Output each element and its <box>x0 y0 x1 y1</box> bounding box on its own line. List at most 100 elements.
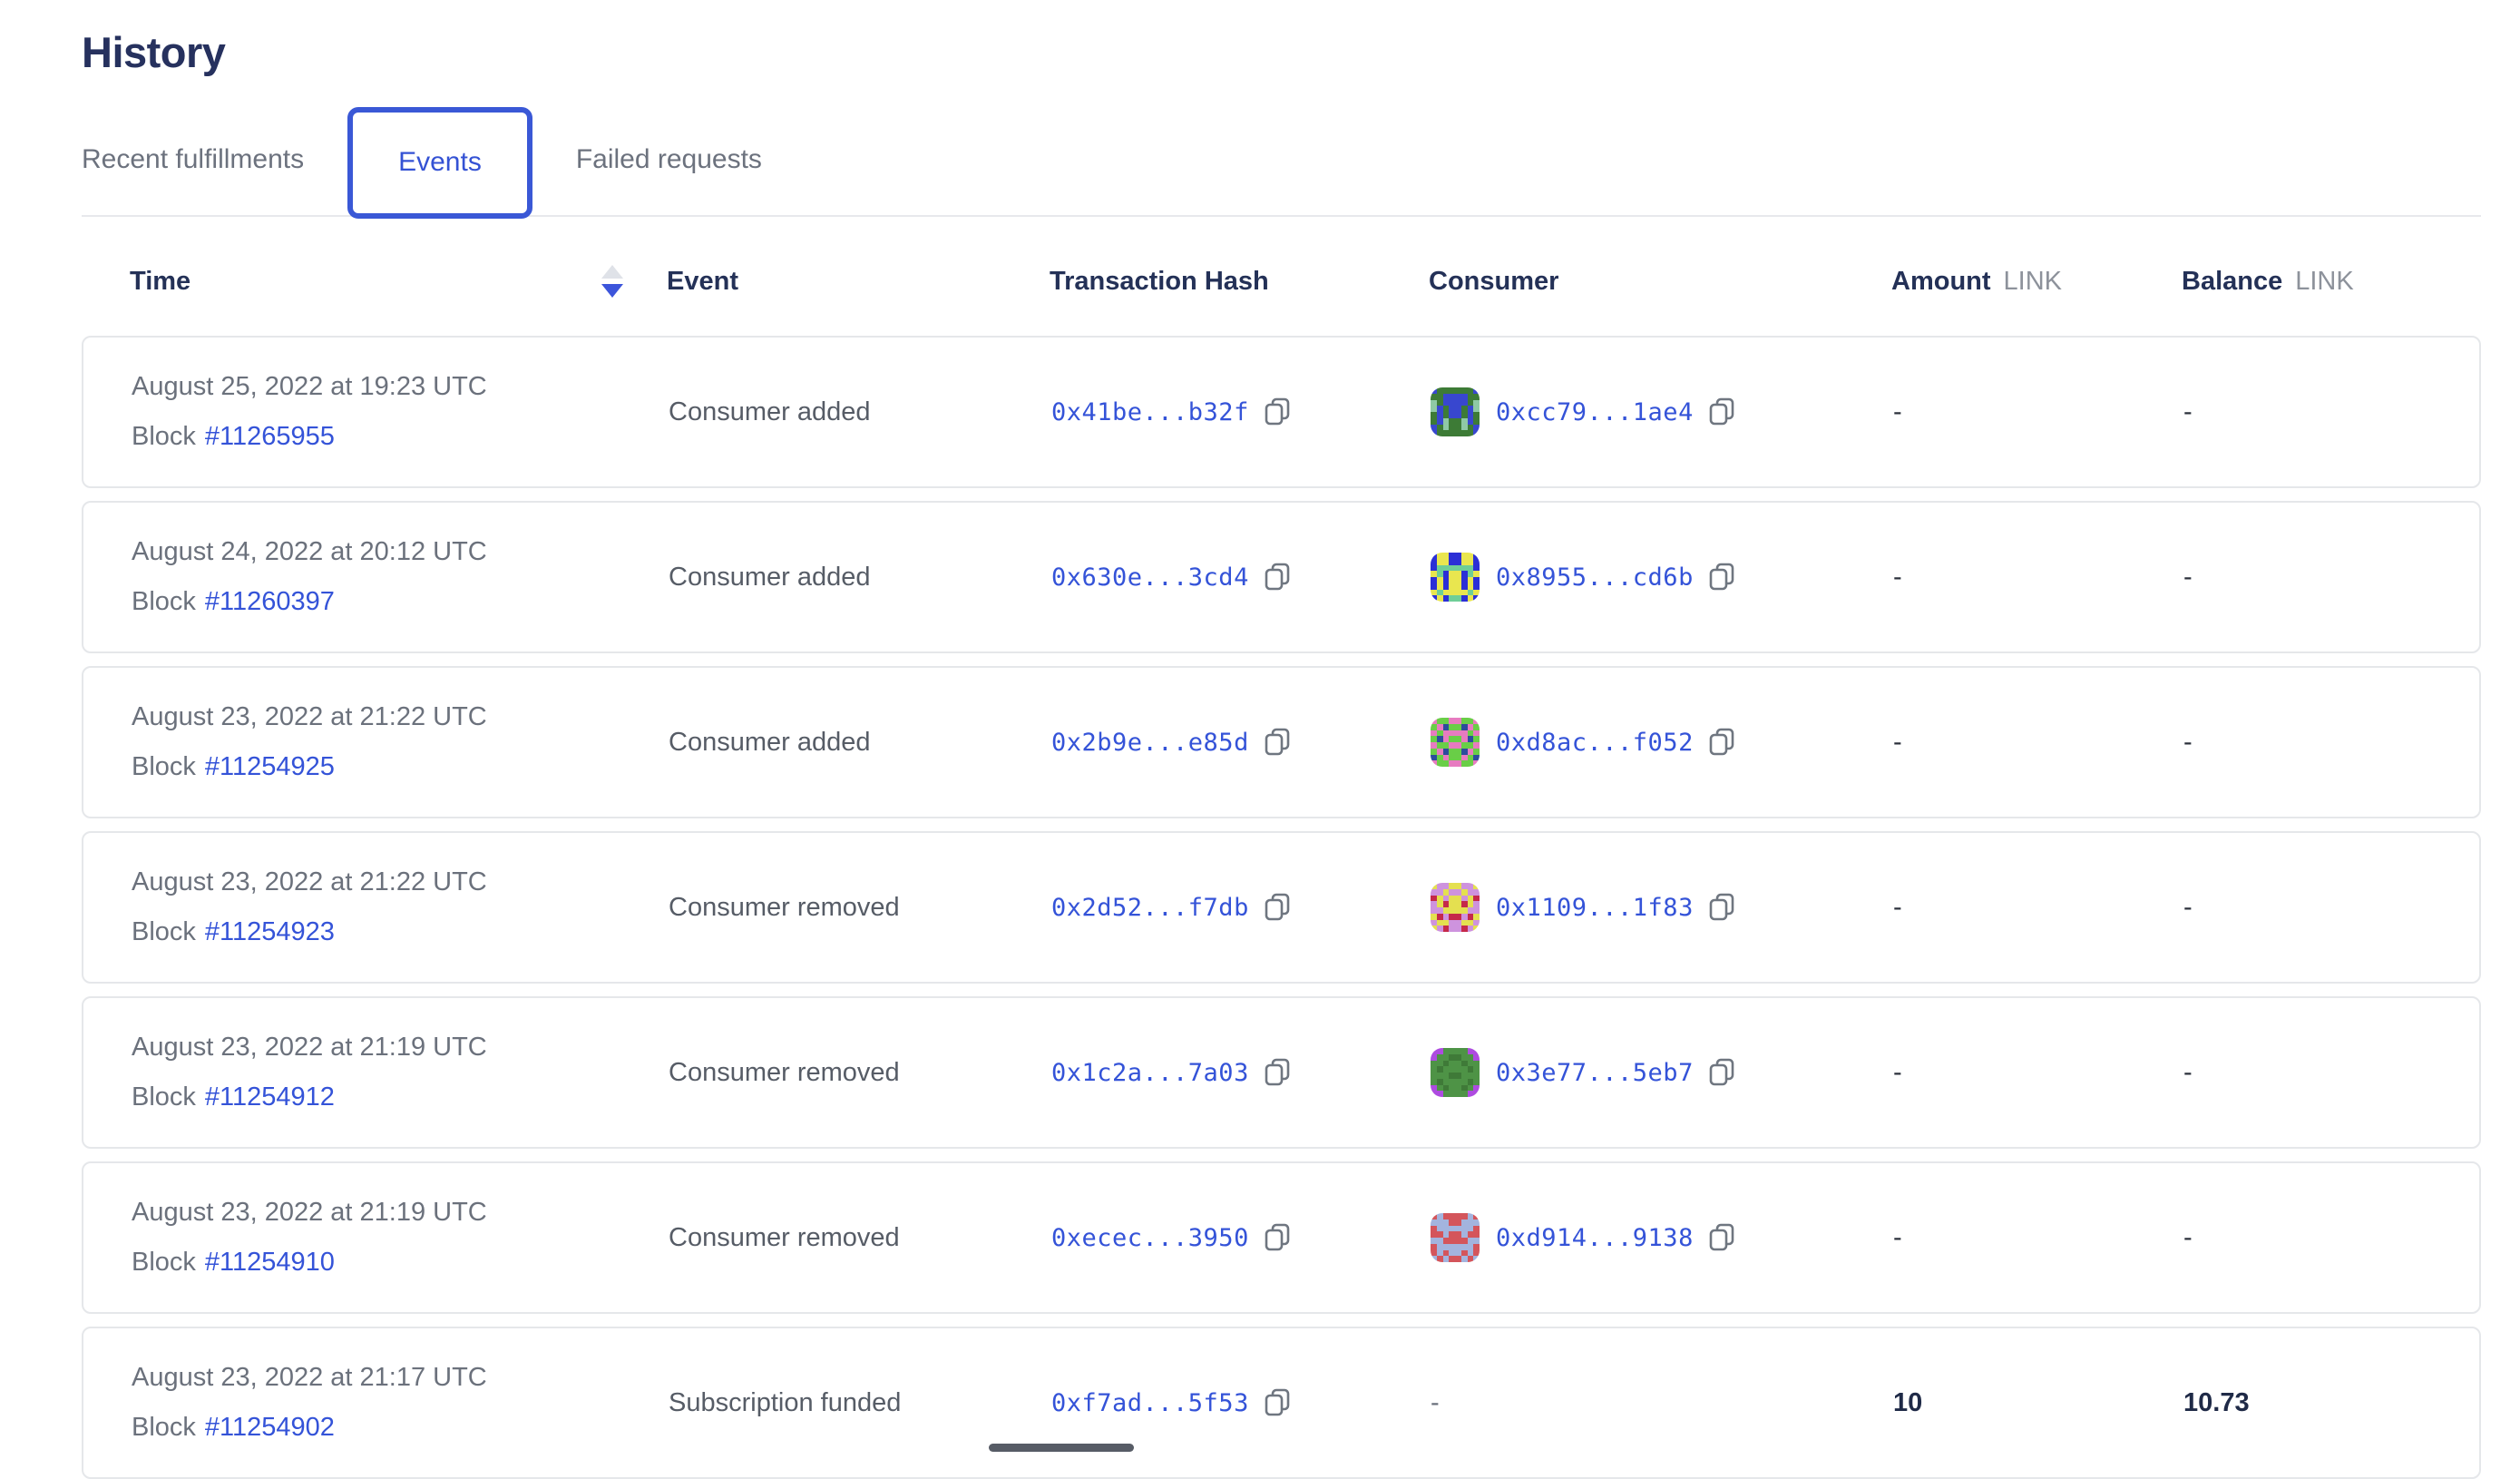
amount-cell: - <box>1893 1058 2183 1088</box>
copy-icon[interactable] <box>1708 397 1735 427</box>
row-timestamp: August 23, 2022 at 21:22 UTC <box>132 869 669 896</box>
balance-header-label: Balance <box>2182 267 2282 296</box>
event-cell: Consumer removed <box>669 1058 1051 1088</box>
row-timestamp: August 23, 2022 at 21:19 UTC <box>132 1200 669 1226</box>
sort-asc-icon <box>601 265 623 279</box>
column-header-amount: AmountLINK <box>1891 267 2182 297</box>
transaction-hash-link[interactable]: 0x2b9e...e85d <box>1051 729 1249 757</box>
amount-cell: - <box>1893 1223 2183 1253</box>
copy-icon[interactable] <box>1708 1057 1735 1088</box>
copy-icon[interactable] <box>1264 1222 1291 1253</box>
copy-icon[interactable] <box>1708 562 1735 593</box>
column-header-consumer: Consumer <box>1429 267 1891 297</box>
copy-icon[interactable] <box>1708 892 1735 923</box>
amount-cell: 10 <box>1893 1388 2183 1418</box>
balance-cell: - <box>2183 397 2479 427</box>
event-cell: Consumer added <box>669 728 1051 758</box>
row-timestamp: August 23, 2022 at 21:17 UTC <box>132 1365 669 1391</box>
block-label: Block <box>132 754 196 780</box>
block-number-link[interactable]: #11254923 <box>205 919 335 945</box>
consumer-address-link[interactable]: 0x1109...1f83 <box>1496 894 1694 922</box>
events-table-body: August 25, 2022 at 19:23 UTC Block #1126… <box>82 336 2481 1479</box>
consumer-address-link[interactable]: 0xcc79...1ae4 <box>1496 398 1694 426</box>
tab-recent-fulfillments[interactable]: Recent fulfillments <box>82 144 304 175</box>
tab-failed-requests[interactable]: Failed requests <box>576 144 762 175</box>
block-number-link[interactable]: #11265955 <box>205 424 335 450</box>
amount-cell: - <box>1893 893 2183 923</box>
copy-icon[interactable] <box>1264 397 1291 427</box>
copy-icon[interactable] <box>1264 562 1291 593</box>
consumer-cell: 0xcc79...1ae4 - <box>1431 387 1893 436</box>
row-timestamp: August 25, 2022 at 19:23 UTC <box>132 374 669 400</box>
copy-icon[interactable] <box>1264 727 1291 758</box>
block-label: Block <box>132 919 196 945</box>
transaction-hash-link[interactable]: 0x630e...3cd4 <box>1051 563 1249 592</box>
consumer-cell: 0x3e77...5eb7 - <box>1431 1048 1893 1097</box>
consumer-empty-dash: - <box>1431 1388 1440 1418</box>
table-row: August 23, 2022 at 21:22 UTC Block #1125… <box>82 666 2481 818</box>
table-row: August 23, 2022 at 21:19 UTC Block #1125… <box>82 1161 2481 1314</box>
amount-unit-label: LINK <box>2004 267 2062 296</box>
block-line: Block #11265955 <box>132 424 669 450</box>
block-number-link[interactable]: #11260397 <box>205 589 335 615</box>
consumer-identicon <box>1431 718 1480 767</box>
time-cell: August 23, 2022 at 21:17 UTC Block #1125… <box>83 1365 669 1441</box>
sort-arrows-icon[interactable] <box>601 265 623 298</box>
time-cell: August 23, 2022 at 21:19 UTC Block #1125… <box>83 1034 669 1111</box>
tab-events[interactable]: Events <box>347 107 532 219</box>
column-header-balance: BalanceLINK <box>2182 267 2481 297</box>
copy-icon[interactable] <box>1264 892 1291 923</box>
transaction-hash-link[interactable]: 0xecec...3950 <box>1051 1224 1249 1252</box>
transaction-hash-cell: 0x2b9e...e85d <box>1051 727 1431 758</box>
consumer-address-link[interactable]: 0x8955...cd6b <box>1496 563 1694 592</box>
time-cell: August 23, 2022 at 21:22 UTC Block #1125… <box>83 704 669 780</box>
transaction-hash-link[interactable]: 0xf7ad...5f53 <box>1051 1389 1249 1417</box>
transaction-hash-cell: 0x2d52...f7db <box>1051 892 1431 923</box>
block-number-link[interactable]: #11254925 <box>205 754 335 780</box>
block-label: Block <box>132 589 196 615</box>
copy-icon[interactable] <box>1708 727 1735 758</box>
consumer-address-link[interactable]: 0x3e77...5eb7 <box>1496 1059 1694 1087</box>
block-number-link[interactable]: #11254902 <box>205 1415 335 1441</box>
table-header: Time Event Transaction Hash Consumer Amo… <box>82 250 2481 313</box>
consumer-address-link[interactable]: 0xd914...9138 <box>1496 1224 1694 1252</box>
copy-icon[interactable] <box>1264 1057 1291 1088</box>
tab-bar: Recent fulfillments Events Failed reques… <box>82 104 2481 217</box>
copy-icon[interactable] <box>1708 1222 1735 1253</box>
consumer-cell: - <box>1431 1388 1893 1418</box>
time-cell: August 23, 2022 at 21:19 UTC Block #1125… <box>83 1200 669 1276</box>
consumer-identicon <box>1431 553 1480 602</box>
balance-cell: - <box>2183 893 2479 923</box>
consumer-identicon <box>1431 387 1480 436</box>
consumer-identicon <box>1431 1213 1480 1262</box>
consumer-cell: 0x8955...cd6b - <box>1431 553 1893 602</box>
block-label: Block <box>132 1249 196 1276</box>
balance-cell: - <box>2183 1058 2479 1088</box>
block-number-link[interactable]: #11254910 <box>205 1249 335 1276</box>
horizontal-scrollbar-thumb[interactable] <box>989 1444 1134 1452</box>
time-header-label: Time <box>130 267 190 297</box>
transaction-hash-link[interactable]: 0x1c2a...7a03 <box>1051 1059 1249 1087</box>
event-cell: Consumer added <box>669 397 1051 427</box>
consumer-cell: 0xd8ac...f052 - <box>1431 718 1893 767</box>
block-line: Block #11254925 <box>132 754 669 780</box>
table-row: August 23, 2022 at 21:22 UTC Block #1125… <box>82 831 2481 984</box>
column-header-event: Event <box>667 267 1050 297</box>
consumer-identicon <box>1431 1048 1480 1097</box>
column-header-transaction-hash: Transaction Hash <box>1050 267 1429 297</box>
event-cell: Consumer removed <box>669 1223 1051 1253</box>
block-number-link[interactable]: #11254912 <box>205 1084 335 1111</box>
transaction-hash-cell: 0x1c2a...7a03 <box>1051 1057 1431 1088</box>
time-cell: August 25, 2022 at 19:23 UTC Block #1126… <box>83 374 669 450</box>
balance-cell: - <box>2183 728 2479 758</box>
balance-cell: 10.73 <box>2183 1388 2479 1418</box>
transaction-hash-link[interactable]: 0x2d52...f7db <box>1051 894 1249 922</box>
copy-icon[interactable] <box>1264 1387 1291 1418</box>
consumer-cell: 0xd914...9138 - <box>1431 1213 1893 1262</box>
row-timestamp: August 24, 2022 at 20:12 UTC <box>132 539 669 565</box>
transaction-hash-cell: 0xecec...3950 <box>1051 1222 1431 1253</box>
row-timestamp: August 23, 2022 at 21:22 UTC <box>132 704 669 730</box>
block-line: Block #11260397 <box>132 589 669 615</box>
transaction-hash-link[interactable]: 0x41be...b32f <box>1051 398 1249 426</box>
consumer-address-link[interactable]: 0xd8ac...f052 <box>1496 729 1694 757</box>
